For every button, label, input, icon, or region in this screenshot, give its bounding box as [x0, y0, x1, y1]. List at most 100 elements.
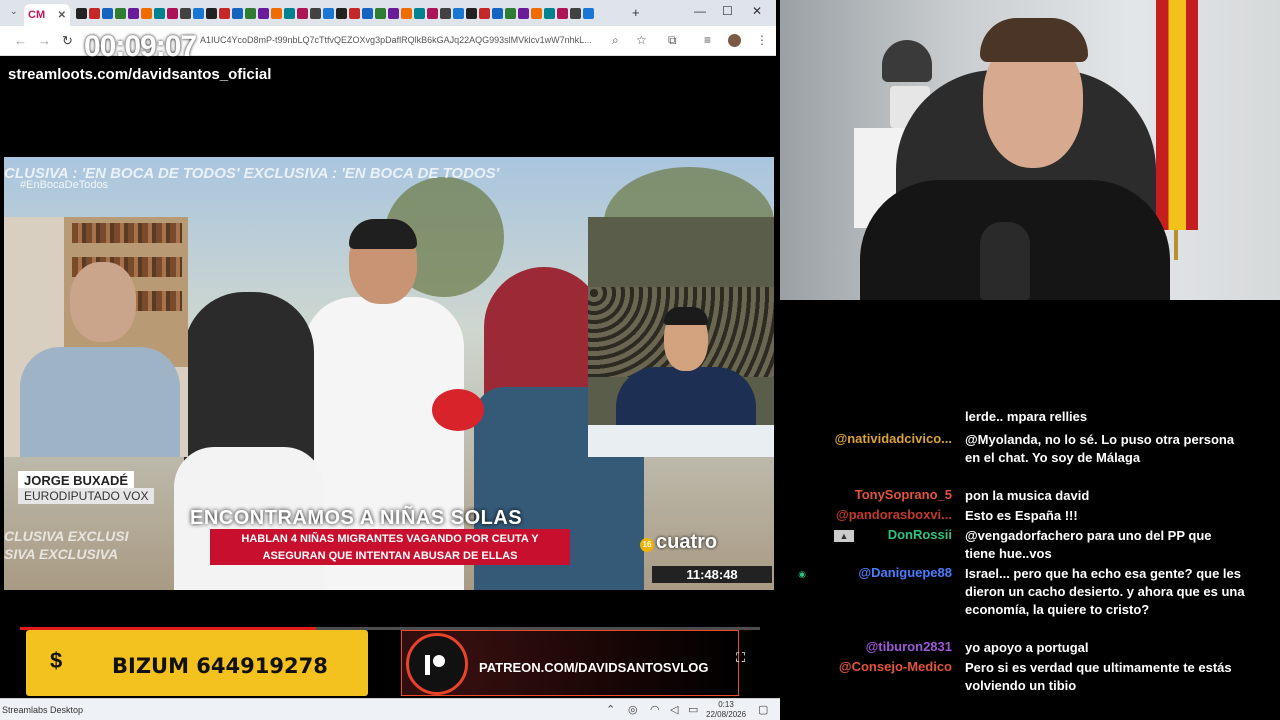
- tab-favicon[interactable]: [258, 7, 269, 19]
- bizum-banner: $ BIZUM 644919278: [26, 630, 368, 696]
- stream-timer: 00:09:07: [84, 30, 197, 63]
- chat-username[interactable]: @Consejo-Medico: [780, 659, 952, 674]
- microphone: [432, 389, 484, 431]
- anchor-inset: [588, 217, 774, 457]
- tab-favicon[interactable]: [76, 7, 87, 19]
- chat-username[interactable]: @tiburon2831: [780, 639, 952, 654]
- tab-favicon[interactable]: [102, 7, 113, 19]
- taskbar-app-title[interactable]: Streamlabs Desktop: [2, 705, 83, 715]
- zoom-icon[interactable]: ⌕: [612, 33, 619, 48]
- tab-favicon[interactable]: [219, 7, 230, 19]
- extensions-icon[interactable]: ⧉: [668, 33, 677, 48]
- tab-favicon[interactable]: [427, 7, 438, 19]
- webcam-feed: [780, 0, 1280, 300]
- menu-kebab-icon[interactable]: ⋮: [756, 33, 768, 47]
- tab-favicon[interactable]: [336, 7, 347, 19]
- close-button[interactable]: ✕: [752, 4, 762, 18]
- tab-favicon[interactable]: [349, 7, 360, 19]
- url-field[interactable]: A1IUC4YcoD8mP-t99nbLQ7cTtfvQEZOXvg3pDafl…: [200, 35, 600, 45]
- video-player[interactable]: CLUSIVA : 'EN BOCA DE TODOS' EXCLUSIVA :…: [4, 157, 774, 590]
- tab-favicon[interactable]: [206, 7, 217, 19]
- tab-favicon[interactable]: [518, 7, 529, 19]
- tab-favicon[interactable]: [388, 7, 399, 19]
- tab-favicon[interactable]: [466, 7, 477, 19]
- tab-close-icon[interactable]: ✕: [58, 10, 66, 21]
- guest-inset: [4, 217, 188, 457]
- tab-favicon[interactable]: [492, 7, 503, 19]
- tab-favicon[interactable]: [271, 7, 282, 19]
- tab-favicon[interactable]: [180, 7, 191, 19]
- chat-username[interactable]: @Daniguepe88: [780, 565, 952, 580]
- battery-icon[interactable]: ▭: [688, 703, 698, 716]
- back-icon[interactable]: ←: [14, 33, 27, 48]
- bookmark-star-icon[interactable]: ☆: [636, 33, 647, 47]
- chat-text: Israel... pero que ha echo esa gente? qu…: [965, 566, 1245, 617]
- hashtag-label: #EnBocaDeTodos: [20, 179, 109, 191]
- tab-favicon[interactable]: [245, 7, 256, 19]
- tab-favicon[interactable]: [297, 7, 308, 19]
- patreon-logo-dot: [433, 655, 445, 667]
- new-tab-button[interactable]: +: [632, 5, 640, 20]
- tab-favicon[interactable]: [401, 7, 412, 19]
- chat-username[interactable]: DonRossii: [780, 527, 952, 542]
- tab-favicon[interactable]: [362, 7, 373, 19]
- minimize-button[interactable]: —: [694, 4, 706, 18]
- media-icon[interactable]: ≡: [704, 33, 711, 47]
- tab-favicon[interactable]: [531, 7, 542, 19]
- tab-favicon[interactable]: [154, 7, 165, 19]
- tray-date: 22/08/2026: [706, 710, 747, 719]
- reload-icon[interactable]: ↻: [62, 33, 73, 49]
- tab-favicon[interactable]: [375, 7, 386, 19]
- tab-favicon[interactable]: [479, 7, 490, 19]
- stream-layout: ⌄ CM ✕ + — ☐ ✕ ← → ↻ A1IUC4YcoD8mP-t99nb…: [0, 0, 1280, 720]
- chat-username[interactable]: @natividadcivico...: [780, 431, 952, 446]
- tab-favicon[interactable]: [128, 7, 139, 19]
- tab-favicon[interactable]: [284, 7, 295, 19]
- fullscreen-icon[interactable]: ⛶: [736, 650, 745, 666]
- tab-favicon[interactable]: [193, 7, 204, 19]
- tab-favicon[interactable]: [570, 7, 581, 19]
- wifi-icon[interactable]: ◠: [650, 703, 660, 716]
- tab-favicon[interactable]: [453, 7, 464, 19]
- profile-avatar[interactable]: [728, 34, 741, 47]
- tab-favicon[interactable]: [505, 7, 516, 19]
- notification-icon[interactable]: ▢: [758, 703, 768, 716]
- age-rating-badge: 16: [640, 538, 654, 552]
- tab-favicon[interactable]: [323, 7, 334, 19]
- tab-favicon[interactable]: [141, 7, 152, 19]
- tab-favicon[interactable]: [583, 7, 594, 19]
- volume-icon[interactable]: ◁: [670, 703, 678, 716]
- tab-favicon[interactable]: [89, 7, 100, 19]
- broadcast-clock: 11:48:48: [652, 566, 772, 583]
- tab-favicon[interactable]: [544, 7, 555, 19]
- chat-username[interactable]: TonySoprano_5: [780, 487, 952, 502]
- tab-favicon[interactable]: [557, 7, 568, 19]
- patreon-logo-icon: [406, 633, 468, 695]
- tray-app-icon[interactable]: ◎: [628, 703, 638, 716]
- tab-favicon[interactable]: [414, 7, 425, 19]
- tab-favicon[interactable]: [167, 7, 178, 19]
- tab-search-icon[interactable]: ⌄: [10, 6, 18, 17]
- tab-favicon[interactable]: [310, 7, 321, 19]
- tab-favicon[interactable]: [440, 7, 451, 19]
- chat-text: lerde.. mpara rellies: [965, 409, 1088, 424]
- maximize-button[interactable]: ☐: [722, 4, 733, 18]
- tab-favicon[interactable]: [232, 7, 243, 19]
- chat-text: @vengadorfachero para uno del PP que tie…: [965, 528, 1212, 561]
- helmet-decoration: [882, 40, 932, 82]
- taskbar: Streamlabs Desktop ⌃ ◎ ◠ ◁ ▭ 0:13 22/08/…: [0, 698, 780, 720]
- bizum-number: BIZUM 644919278: [112, 654, 328, 678]
- tray-clock[interactable]: 0:13 22/08/2026: [706, 700, 746, 720]
- patreon-logo-bar: [425, 655, 430, 675]
- tab-strip: [76, 7, 594, 19]
- dollar-icon: $: [50, 648, 63, 673]
- chat-username[interactable]: @pandorasboxvi...: [780, 507, 952, 522]
- anchor-hair: [664, 307, 708, 325]
- guest-head: [70, 262, 136, 342]
- tab-active[interactable]: CM ✕: [24, 4, 70, 26]
- tab-favicon[interactable]: [115, 7, 126, 19]
- patreon-url: PATREON.COM/DAVIDSANTOSVLOG: [479, 660, 709, 675]
- forward-icon[interactable]: →: [38, 33, 51, 48]
- tray-chevron-icon[interactable]: ⌃: [606, 703, 615, 716]
- subheadline-box: HABLAN 4 NIÑAS MIGRANTES VAGANDO POR CEU…: [210, 529, 570, 565]
